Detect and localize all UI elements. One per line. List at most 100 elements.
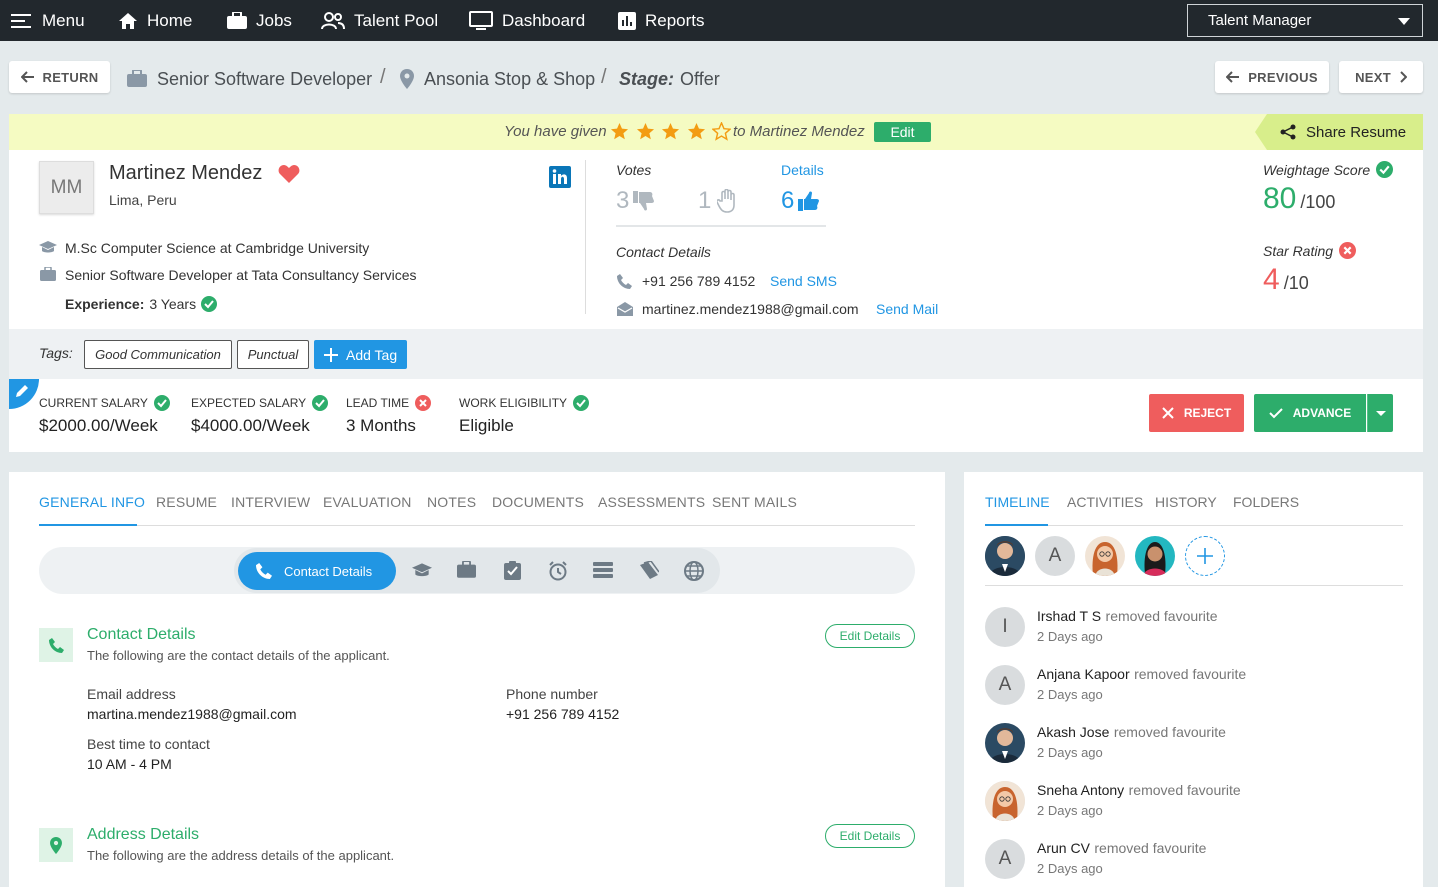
thumbs-down-icon	[633, 191, 655, 211]
menu-button[interactable]: Menu	[11, 0, 85, 41]
timeline-user[interactable]: Akash Jose	[1037, 724, 1109, 740]
add-watcher-button[interactable]	[1185, 536, 1225, 576]
send-mail-link[interactable]: Send Mail	[876, 301, 938, 317]
linkedin-icon[interactable]	[549, 166, 571, 188]
breadcrumb-location[interactable]: Ansonia Stop & Shop	[400, 66, 595, 92]
tab-interview[interactable]: INTERVIEW	[231, 494, 310, 510]
thumbs-up-icon	[798, 191, 820, 211]
nav-jobs[interactable]: Jobs	[227, 0, 292, 41]
downvote-count: 3	[616, 187, 630, 214]
timeline-user[interactable]: Anjana Kapoor	[1037, 666, 1130, 682]
candidate-education: M.Sc Computer Science at Cambridge Unive…	[65, 240, 370, 256]
tabs-divider	[39, 525, 915, 526]
edit-contact-details-button[interactable]: Edit Details	[825, 624, 915, 648]
advance-label: ADVANCE	[1292, 406, 1352, 420]
heart-icon[interactable]	[278, 164, 300, 184]
tab-notes[interactable]: NOTES	[427, 494, 476, 510]
watcher-avatar[interactable]	[1135, 536, 1175, 576]
arrow-left-icon	[20, 71, 34, 83]
stage-value: Offer	[680, 68, 720, 89]
tab-assessments[interactable]: ASSESSMENTS	[598, 494, 705, 510]
weightage-score-total: /100	[1300, 192, 1336, 212]
alarm-clock-icon[interactable]	[548, 561, 568, 581]
return-label: RETURN	[42, 69, 99, 85]
timeline-user[interactable]: Sneha Antony	[1037, 782, 1124, 798]
work-eligibility-value: Eligible	[459, 416, 514, 435]
tab-history[interactable]: HISTORY	[1155, 494, 1217, 510]
star-filled-icon[interactable]	[661, 122, 680, 141]
tab-active-indicator	[39, 524, 137, 526]
star-filled-icon[interactable]	[610, 122, 629, 141]
weightage-score-value: 80	[1263, 182, 1297, 215]
globe-icon[interactable]	[684, 561, 704, 581]
timeline-user[interactable]: Irshad T S	[1037, 608, 1101, 624]
tab-folders[interactable]: FOLDERS	[1233, 494, 1299, 510]
watchers-divider	[985, 585, 1403, 586]
star-empty-icon[interactable]	[712, 122, 731, 141]
graduation-cap-icon[interactable]	[412, 561, 432, 579]
edit-rating-button[interactable]: Edit	[874, 122, 931, 142]
phone-number-value: +91 256 789 4152	[506, 706, 620, 722]
reject-button[interactable]: REJECT	[1149, 394, 1244, 432]
mail-icon	[617, 302, 633, 316]
timeline-entry: Sneha Antony removed favourite	[1037, 782, 1241, 800]
phone-icon	[617, 274, 632, 289]
star-filled-icon[interactable]	[687, 122, 706, 141]
neutral-vote-counter[interactable]: 1	[698, 187, 739, 215]
tab-activities[interactable]: ACTIVITIES	[1067, 494, 1143, 510]
menu-label: Menu	[42, 10, 85, 30]
contact-section-subtitle: The following are the contact details of…	[87, 648, 390, 663]
tab-documents[interactable]: DOCUMENTS	[492, 494, 584, 510]
nav-home[interactable]: Home	[118, 0, 192, 41]
candidate-location: Lima, Peru	[109, 192, 177, 208]
watcher-avatar[interactable]	[1085, 536, 1125, 576]
tags-icon[interactable]	[639, 561, 659, 580]
timeline-time: 2 Days ago	[1037, 745, 1103, 760]
section-contact-details-label: Contact Details	[284, 563, 373, 579]
downvote-counter[interactable]: 3	[616, 187, 655, 215]
tab-timeline[interactable]: TIMELINE	[985, 494, 1050, 510]
section-contact-details-button[interactable]: Contact Details	[238, 552, 396, 590]
share-resume-button[interactable]: Share Resume	[1255, 114, 1423, 150]
breadcrumb-job[interactable]: Senior Software Developer	[127, 66, 372, 92]
watcher-avatar[interactable]	[985, 536, 1025, 576]
chevron-right-icon	[1400, 71, 1407, 83]
experience-label: Experience:	[65, 296, 145, 312]
star-rating-header: Star Rating	[1263, 242, 1357, 259]
list-icon[interactable]	[593, 561, 613, 579]
tab-general-info[interactable]: GENERAL INFO	[39, 494, 145, 510]
advance-button[interactable]: ADVANCE	[1254, 394, 1366, 432]
next-button[interactable]: NEXT	[1339, 61, 1423, 93]
return-button[interactable]: RETURN	[9, 61, 110, 93]
tag-item[interactable]: Punctual	[237, 340, 309, 369]
send-sms-link[interactable]: Send SMS	[770, 273, 837, 289]
tags-label: Tags:	[39, 345, 73, 361]
edit-address-details-button[interactable]: Edit Details	[825, 824, 915, 848]
tab-resume[interactable]: RESUME	[156, 494, 217, 510]
tab-sent-mails[interactable]: SENT MAILS	[712, 494, 797, 510]
add-tag-button[interactable]: Add Tag	[314, 340, 407, 369]
timeline-action: removed favourite	[1128, 782, 1241, 798]
timeline-avatar	[985, 723, 1025, 763]
tag-item[interactable]: Good Communication	[84, 340, 232, 369]
email-address-label: Email address	[87, 686, 176, 702]
nav-dashboard[interactable]: Dashboard	[469, 0, 585, 41]
address-section-subtitle: The following are the address details of…	[87, 848, 395, 863]
briefcase-icon[interactable]	[457, 561, 476, 579]
role-select[interactable]: Talent Manager	[1187, 4, 1423, 37]
star-filled-icon[interactable]	[636, 122, 655, 141]
arrow-left-icon	[1226, 71, 1240, 83]
close-icon	[1162, 407, 1174, 419]
previous-button[interactable]: PREVIOUS	[1215, 61, 1329, 93]
nav-reports[interactable]: Reports	[618, 0, 705, 41]
votes-details-link[interactable]: Details	[781, 162, 824, 178]
advance-dropdown-button[interactable]	[1367, 394, 1393, 432]
clipboard-check-icon[interactable]	[504, 561, 521, 580]
nav-talent-pool[interactable]: Talent Pool	[321, 0, 438, 41]
timeline-user[interactable]: Arun CV	[1037, 840, 1090, 856]
briefcase-icon	[127, 70, 147, 87]
experience-row: Experience: 3 Years	[65, 296, 218, 312]
upvote-counter[interactable]: 6	[781, 187, 820, 215]
tab-evaluation[interactable]: EVALUATION	[323, 494, 412, 510]
watcher-avatar[interactable]: A	[1035, 536, 1075, 576]
